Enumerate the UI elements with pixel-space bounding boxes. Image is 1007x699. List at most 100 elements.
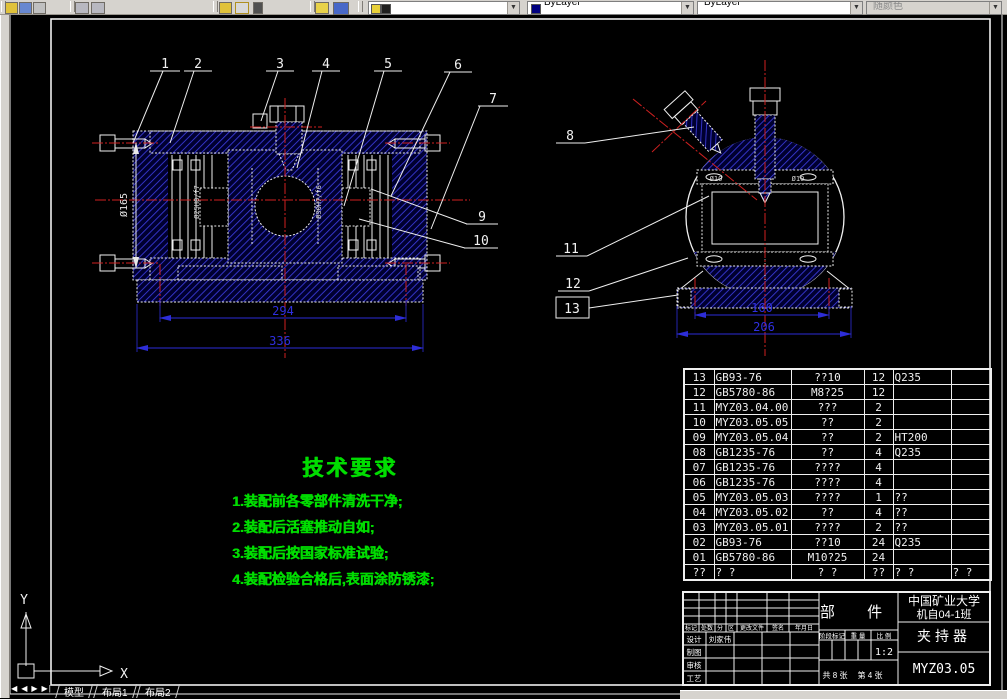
parts-list-cell: 03: [683, 519, 715, 535]
parts-list-cell: GB93-76: [713, 368, 792, 385]
parts-list-cell: 01: [683, 549, 715, 565]
parts-list-cell: 4: [863, 444, 894, 460]
tab-nav-last[interactable]: ▶|: [42, 684, 52, 693]
parts-list-cell: [950, 519, 992, 535]
parts-list-cell: Q235: [892, 444, 952, 460]
parts-list-cell: 2: [863, 519, 894, 535]
toolbar-icon-3[interactable]: [33, 2, 46, 14]
balloon-8: 8: [566, 129, 574, 144]
parts-list-cell: [892, 549, 952, 565]
parts-list-cell: ??: [790, 504, 865, 520]
parts-list-cell: [950, 444, 992, 460]
color-combo[interactable]: ByLayer ▼: [527, 1, 694, 15]
dim-160: 160: [751, 301, 773, 315]
tab-layout1[interactable]: 布局1: [92, 684, 137, 698]
hole-dim-right: Ø10: [792, 175, 805, 183]
parts-list-cell: Q235: [892, 368, 952, 385]
parts-list-cell: ??10: [790, 368, 865, 385]
parts-list-row: 04 MYZ03.05.02?? 4??: [683, 504, 992, 520]
drawing-canvas[interactable]: Ø10 Ø10 1 2 3 4 5 6 7 8 9 10 11 12 13 29…: [8, 14, 1007, 698]
parts-list-cell: 4: [863, 459, 894, 475]
tab-nav-next[interactable]: ▶: [31, 684, 38, 693]
parts-list-cell: 4: [863, 504, 894, 520]
parts-list-cell: GB1235-76: [713, 459, 792, 475]
rev-header: 签名: [772, 624, 784, 632]
parts-list-cell: MYZ03.05.03: [713, 489, 792, 505]
balloon-1: 1: [161, 57, 169, 72]
designer-name: 刘家伟: [709, 634, 732, 644]
toolbar-grip[interactable]: [213, 1, 218, 12]
toolbar-icon-6[interactable]: [219, 2, 232, 14]
parts-list-cell: ??: [892, 489, 952, 505]
parts-list-cell: ??: [683, 564, 715, 581]
parts-list-row: 03 MYZ03.05.01???? 2??: [683, 519, 992, 535]
layout-tabs: |◀ ◀ ▶ ▶| 模型 布局1 布局2: [8, 684, 328, 698]
parts-list-row: 02 GB93-76 ??10 24 Q235: [683, 534, 992, 550]
parts-list-cell: 07: [683, 459, 715, 475]
toolbar-icon-8[interactable]: [253, 2, 263, 14]
parts-list-cell: 09: [683, 429, 715, 445]
parts-list-cell: 24: [863, 534, 894, 550]
tech-requirement-item: 1.装配前各零部件清洗干净;: [232, 493, 403, 509]
lightning-icon[interactable]: [315, 2, 329, 14]
chevron-down-icon[interactable]: ▼: [681, 2, 693, 14]
tech-requirement-item: 2.装配后活塞推动自如;: [232, 519, 375, 535]
parts-list-cell: 11: [683, 399, 715, 415]
sign-label: 设计: [687, 634, 702, 644]
drawing-number: MYZ03.05: [913, 662, 976, 677]
dim-206: 206: [753, 320, 775, 334]
parts-list-cell: ??: [790, 429, 865, 445]
balloon-4: 4: [322, 57, 330, 72]
dim-294: 294: [272, 304, 294, 318]
parts-list-row: 09 MYZ03.05.04?? 2 HT200: [683, 429, 992, 445]
fit-dim-left: Ø25H8/f7: [193, 185, 201, 219]
linetype-combo[interactable]: ByLayer ▼: [697, 1, 863, 15]
chevron-down-icon: ▼: [989, 2, 1001, 14]
balloon-3: 3: [276, 57, 284, 72]
balloon-10: 10: [473, 234, 489, 249]
parts-list: 13 GB93-76 ??10 12 Q235 12 GB5780-86 M8?25 12 11 M…: [683, 368, 992, 581]
dim-165: Ø165: [118, 193, 130, 217]
toolbar-icon-2[interactable]: [19, 2, 32, 14]
tech-requirement-item: 4.装配检验合格后,表面涂防锈漆;: [232, 571, 435, 587]
layer-combo[interactable]: ▼: [368, 1, 520, 15]
fit-dim-right: Ø30H7/f6: [315, 185, 323, 219]
toolbar-icon-7[interactable]: [235, 2, 249, 14]
parts-list-row: 05 MYZ03.05.03???? 1??: [683, 489, 992, 505]
parts-list-row: 01 GB5780-86 M10?25 24: [683, 549, 992, 565]
tab-model[interactable]: 模型: [54, 684, 93, 698]
parts-list-cell: ????: [790, 474, 865, 490]
toolbar-icon-5[interactable]: [91, 2, 105, 14]
parts-list-cell: ????: [790, 489, 865, 505]
parts-list-cell: ? ?: [790, 564, 865, 581]
tab-nav-prev[interactable]: ◀: [21, 684, 28, 693]
toolbar-icon-1[interactable]: [5, 2, 18, 14]
rev-header: 区: [728, 625, 734, 632]
stage-label: 阶段标记: [819, 631, 846, 640]
parts-list-cell: Q235: [892, 534, 952, 550]
parts-list-cell: ????: [790, 459, 865, 475]
balloon-2: 2: [194, 57, 202, 72]
parts-list-cell: ??: [892, 519, 952, 535]
balloon-11: 11: [563, 242, 579, 257]
color-combo-value: ByLayer: [544, 1, 581, 8]
parts-list-cell: M8?25: [790, 384, 865, 400]
cube-icon[interactable]: [333, 2, 349, 15]
linetype-combo-value: ByLayer: [704, 1, 741, 8]
plot-style-combo-value: 随颜色: [873, 1, 903, 12]
toolbar-icon-4[interactable]: [75, 2, 89, 14]
toolbar-grip[interactable]: [358, 1, 363, 12]
parts-list-cell: [950, 399, 992, 415]
parts-list-cell: [892, 414, 952, 430]
chevron-down-icon[interactable]: ▼: [850, 2, 862, 14]
parts-list-cell: ??: [790, 444, 865, 460]
parts-list-row: 08 GB1235-76?? 4 Q235: [683, 444, 992, 460]
chevron-down-icon[interactable]: ▼: [507, 2, 519, 14]
parts-list-cell: [950, 429, 992, 445]
parts-list-cell: [892, 474, 952, 490]
parts-list-cell: ??: [863, 564, 894, 581]
parts-list-cell: [950, 474, 992, 490]
tab-layout2[interactable]: 布局2: [136, 684, 181, 698]
balloon-7: 7: [489, 92, 497, 107]
parts-list-cell: ??: [892, 504, 952, 520]
